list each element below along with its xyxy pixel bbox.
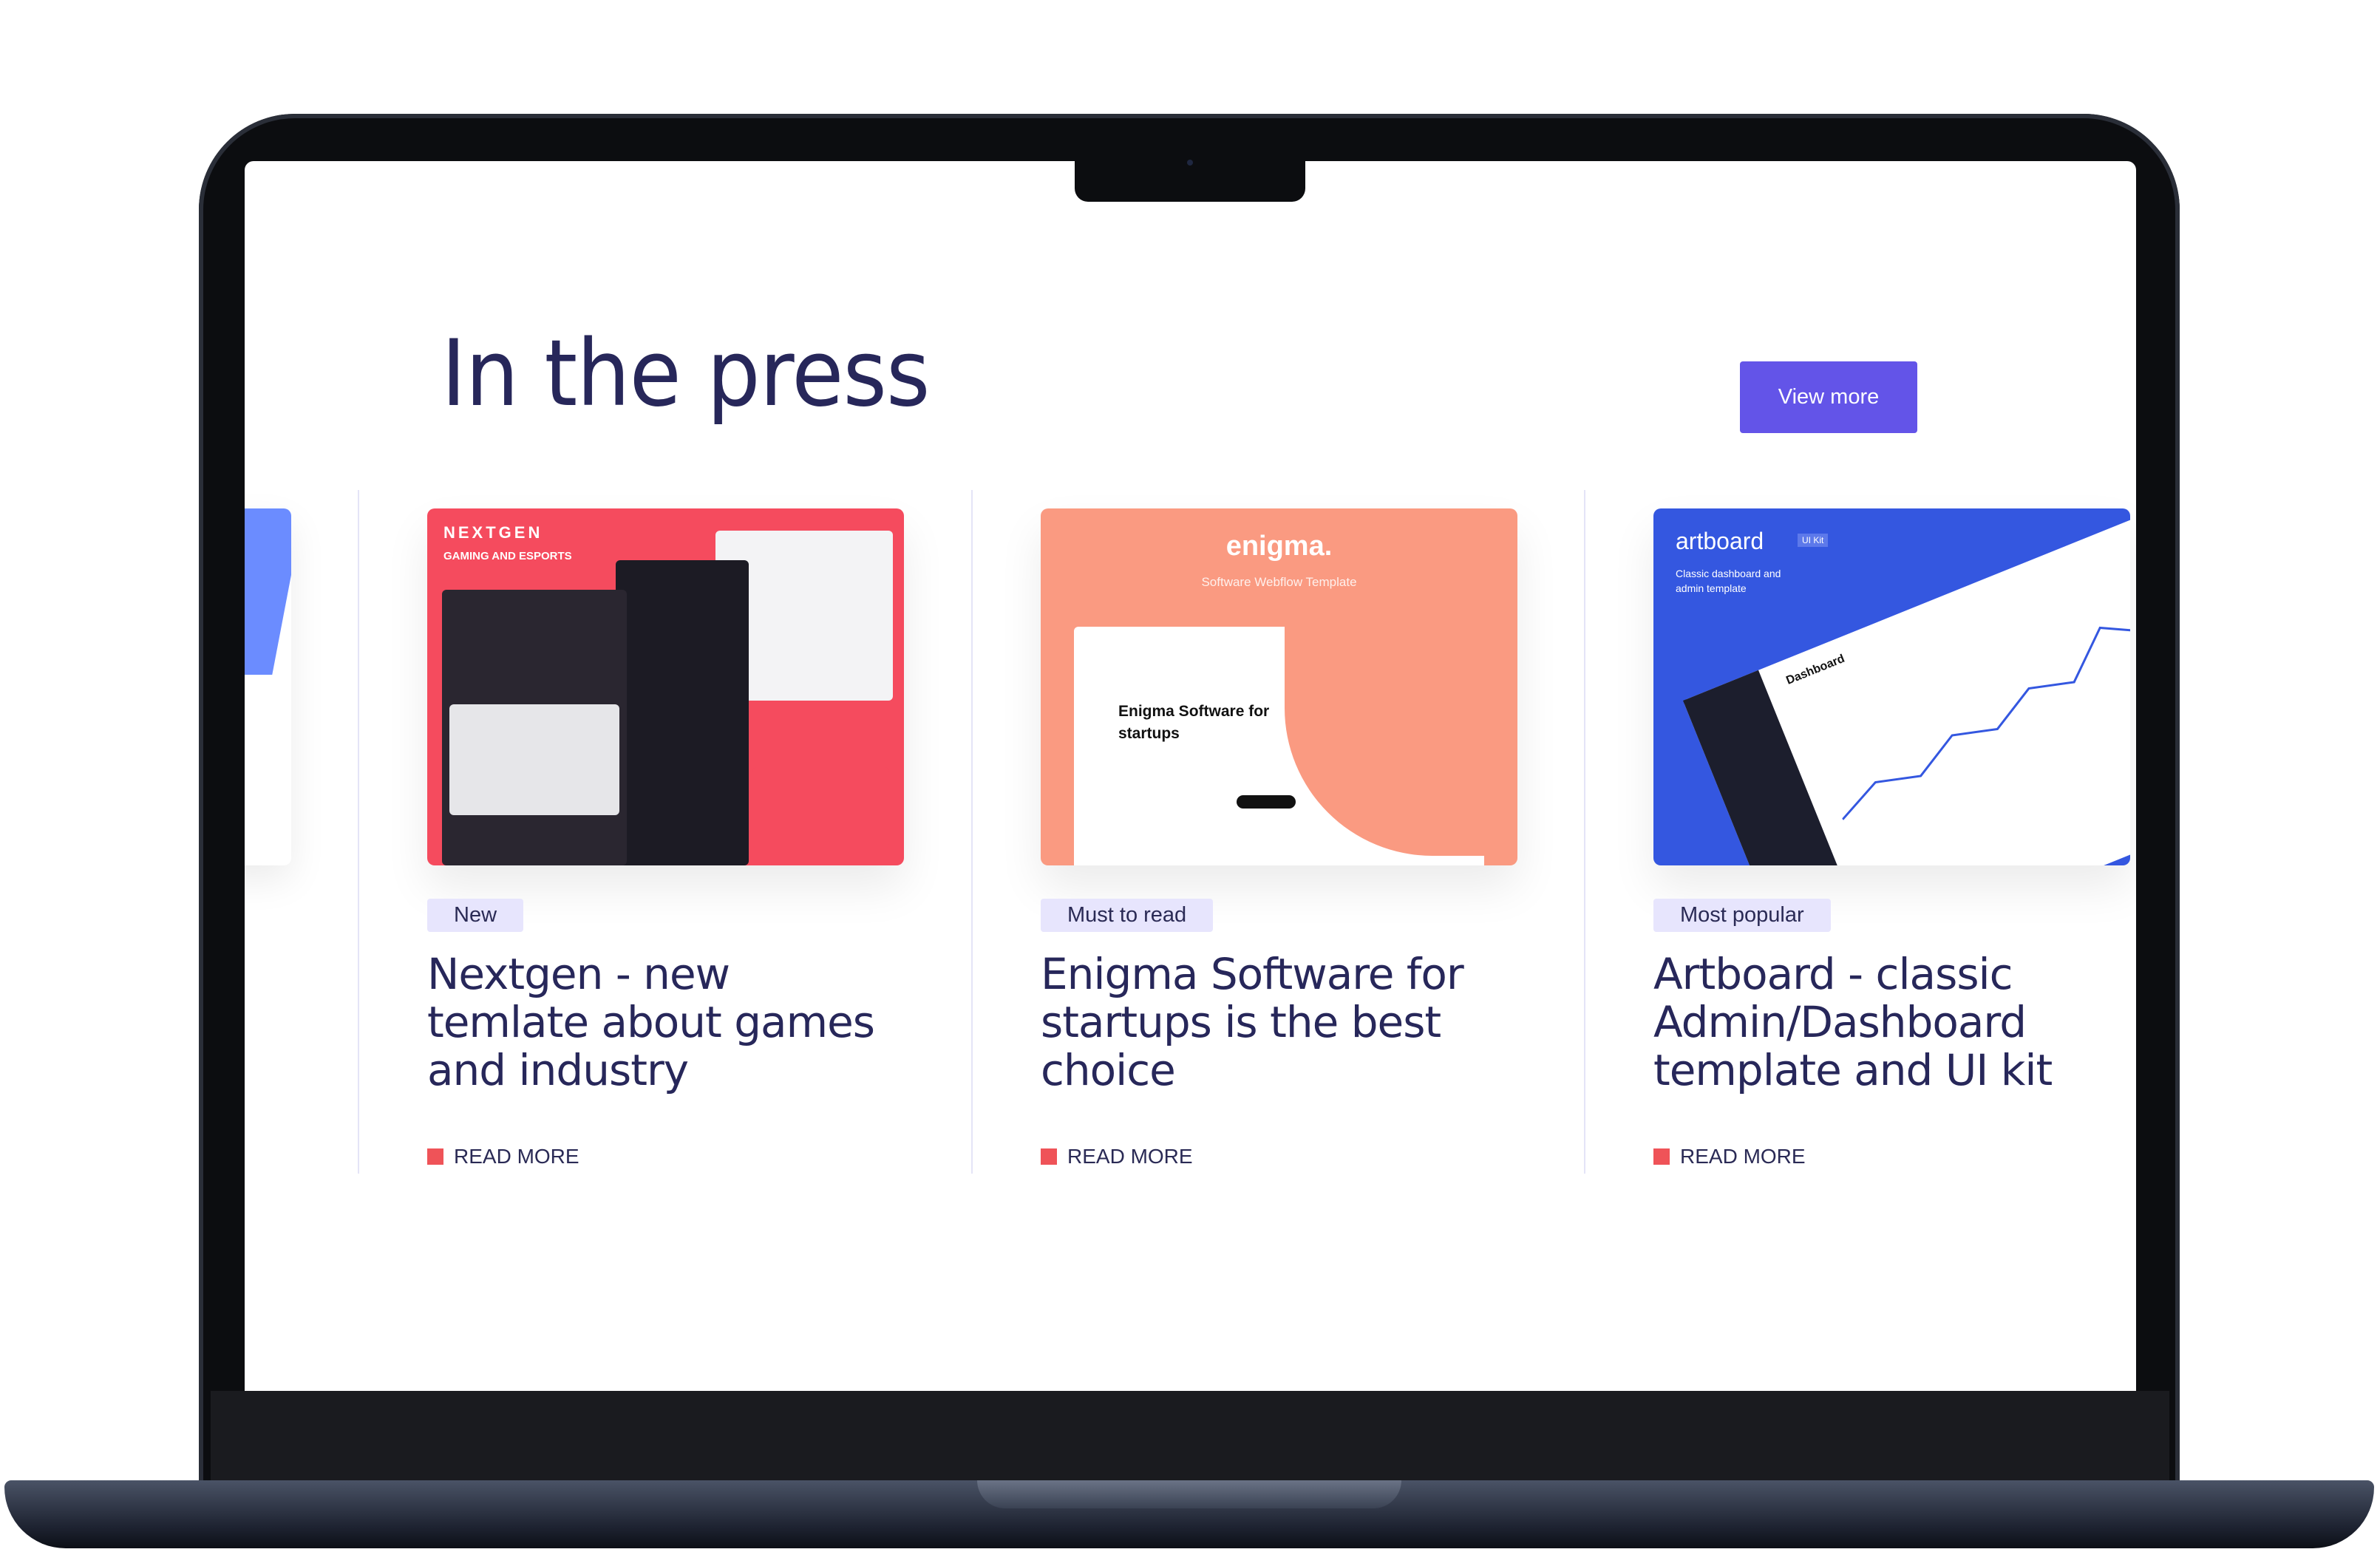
nextgen-logo: NEXTGEN: [443, 523, 543, 542]
partial-card-image: [245, 508, 291, 675]
read-more-link[interactable]: READ MORE: [427, 1145, 579, 1168]
decorative-shape: [1285, 627, 1517, 856]
artboard-logo: artboard: [1676, 528, 1764, 554]
laptop-hinge-notch: [977, 1480, 1401, 1508]
page-title: In the press: [441, 321, 930, 427]
badge-must-read: Must to read: [1041, 899, 1214, 932]
divider: [358, 490, 359, 1174]
enigma-card-image[interactable]: enigma. Software Webflow Template Enigma…: [1041, 508, 1517, 865]
divider: [1584, 490, 1585, 1174]
read-more-link[interactable]: READ MORE: [1653, 1145, 1806, 1168]
divider: [971, 490, 973, 1174]
screenshot-panel: [752, 767, 889, 848]
read-more-label: READ MORE: [1067, 1145, 1193, 1168]
view-more-button[interactable]: View more: [1740, 361, 1917, 433]
camera-notch: [1075, 161, 1305, 202]
nextgen-card-image[interactable]: NEXTGEN GAMING AND ESPORTS: [427, 508, 904, 865]
enigma-headline: Enigma Software for startups: [1118, 703, 1270, 742]
screenshot-panel: [616, 560, 749, 865]
screen: In the press View more NEXTGEN GAMING AN…: [245, 161, 2136, 1391]
card-title[interactable]: Nextgen - new temlate about games and in…: [427, 950, 900, 1095]
square-marker-icon: [1041, 1148, 1057, 1165]
nextgen-subtitle: GAMING AND ESPORTS: [443, 550, 572, 562]
artboard-card-image[interactable]: artboard UI Kit Classic dashboard and ad…: [1653, 508, 2130, 865]
card-title[interactable]: Enigma Software for startups is the best…: [1041, 950, 1514, 1095]
partial-card[interactable]: [245, 508, 291, 865]
square-marker-icon: [1653, 1148, 1670, 1165]
read-more-link[interactable]: READ MORE: [1041, 1145, 1193, 1168]
laptop-chin: [211, 1391, 2169, 1480]
artboard-subtitle: Classic dashboard and admin template: [1676, 568, 1781, 594]
badge-new: New: [427, 899, 524, 932]
camera-icon: [1187, 160, 1193, 166]
screenshot-panel: [449, 704, 619, 815]
enigma-subtitle: Software Webflow Template: [1201, 575, 1357, 589]
square-marker-icon: [427, 1148, 443, 1165]
early-access-button: [1237, 795, 1296, 809]
screenshot-panel: Enigma Software for startups: [1074, 627, 1517, 865]
badge-most-popular: Most popular: [1653, 899, 1831, 932]
card-title[interactable]: Artboard - classic Admin/Dashboard templ…: [1653, 950, 2126, 1095]
enigma-logo: enigma.: [1225, 531, 1333, 562]
ui-kit-badge: UI Kit: [1798, 534, 1829, 547]
read-more-label: READ MORE: [454, 1145, 579, 1168]
dashboard-title: Dashboard: [1784, 652, 1847, 687]
dashboard-panel: Dashboard: [1683, 508, 2130, 865]
read-more-label: READ MORE: [1680, 1145, 1806, 1168]
revenue-chart: [1841, 606, 2130, 820]
